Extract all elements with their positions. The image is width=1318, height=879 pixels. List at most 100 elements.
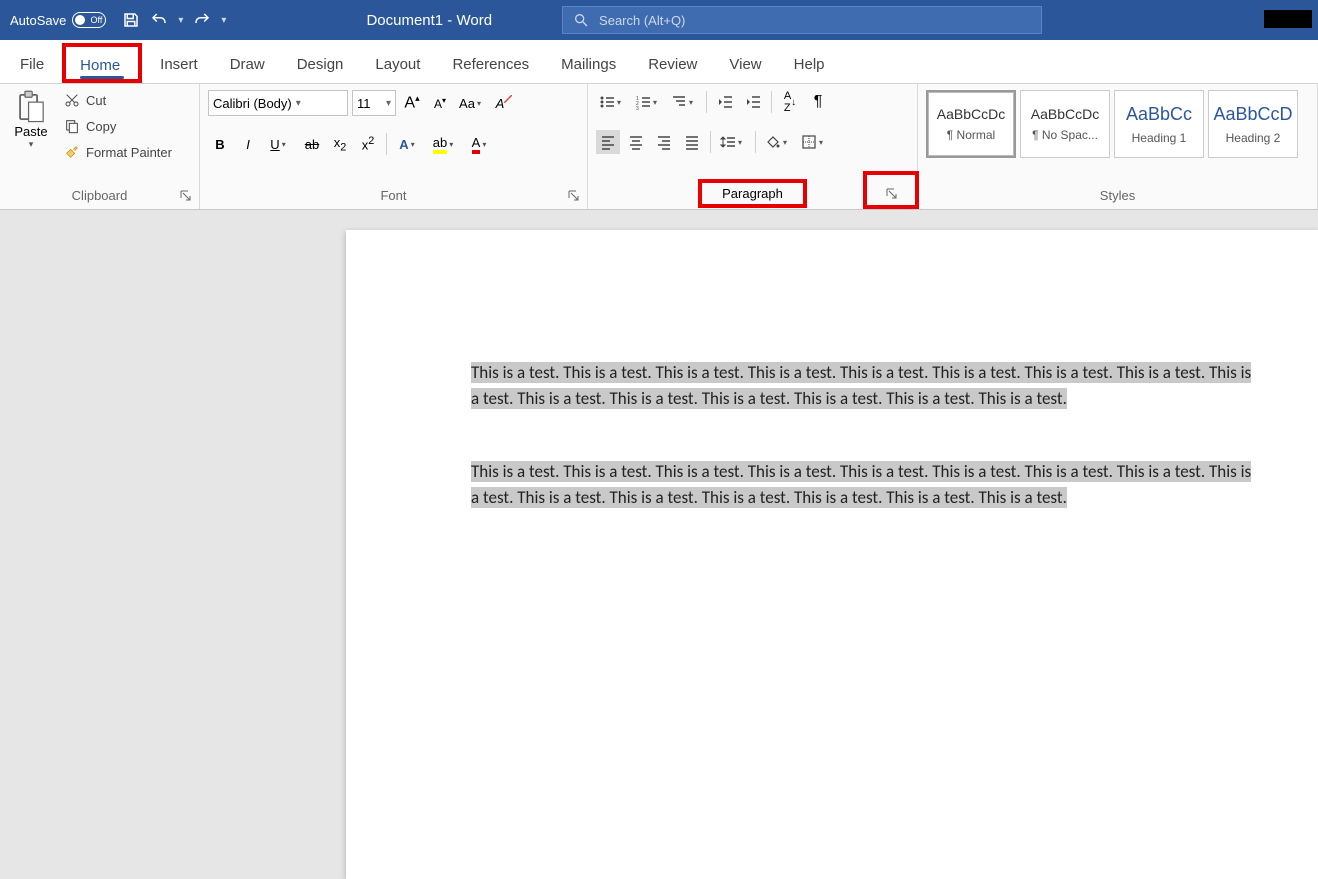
justify-button[interactable] — [680, 130, 704, 154]
paragraph-dialog-launcher-icon[interactable] — [885, 187, 899, 201]
strikethrough-button[interactable]: ab — [300, 132, 324, 156]
paragraph-2[interactable]: This is a test. This is a test. This is … — [471, 459, 1258, 510]
scissors-icon — [64, 92, 80, 108]
style-heading-1[interactable]: AaBbCc Heading 1 — [1114, 90, 1204, 158]
copy-button[interactable]: Copy — [60, 116, 176, 136]
title-bar: AutoSave Off ▾ ▾ Document1 - Word Search… — [0, 0, 1318, 40]
quick-access-toolbar: ▾ ▾ — [122, 11, 226, 29]
search-icon — [573, 12, 589, 28]
paintbrush-icon — [64, 144, 80, 160]
format-painter-button[interactable]: Format Painter — [60, 142, 176, 162]
show-paragraph-marks-button[interactable]: ¶ — [806, 90, 830, 114]
tab-references[interactable]: References — [438, 46, 543, 83]
style-no-spacing[interactable]: AaBbCcDc ¶ No Spac... — [1020, 90, 1110, 158]
tab-layout[interactable]: Layout — [361, 46, 434, 83]
align-left-button[interactable] — [596, 130, 620, 154]
tab-draw[interactable]: Draw — [216, 46, 279, 83]
autosave-toggle[interactable]: AutoSave Off — [10, 12, 106, 28]
change-case-button[interactable]: Aa▾ — [456, 91, 488, 115]
window-title: Document1 - Word — [366, 12, 492, 29]
highlight-button[interactable]: ab▾ — [429, 132, 461, 156]
grow-font-button[interactable]: A▴ — [400, 91, 424, 115]
font-name-combo[interactable]: Calibri (Body)▾ — [208, 90, 348, 116]
bullet-list-icon — [599, 94, 615, 110]
group-label-font: Font — [208, 184, 579, 209]
clear-formatting-button[interactable]: A — [492, 91, 516, 115]
group-label-styles: Styles — [926, 184, 1309, 209]
group-label-clipboard: Clipboard — [8, 184, 191, 209]
align-center-button[interactable] — [624, 130, 648, 154]
svg-text:3: 3 — [636, 106, 639, 110]
save-icon[interactable] — [122, 11, 140, 29]
qat-customize-icon[interactable]: ▾ — [221, 15, 226, 26]
group-paragraph: ▾ 123▾ ▾ AZ↓ ¶ — [588, 84, 918, 209]
clipboard-icon — [16, 90, 46, 124]
underline-button[interactable]: U▾ — [264, 132, 296, 156]
italic-button[interactable]: I — [236, 132, 260, 156]
align-right-icon — [656, 134, 672, 150]
text-effects-button[interactable]: A▾ — [393, 132, 425, 156]
decrease-indent-button[interactable] — [713, 90, 737, 114]
search-placeholder: Search (Alt+Q) — [599, 13, 685, 28]
ribbon: Paste ▾ Cut Copy Format Painter Clipboar… — [0, 84, 1318, 210]
document-page[interactable]: This is a test. This is a test. This is … — [346, 230, 1318, 879]
tab-help[interactable]: Help — [780, 46, 839, 83]
superscript-button[interactable]: x2 — [356, 132, 380, 156]
toggle-switch-icon[interactable]: Off — [72, 12, 106, 28]
copy-icon — [64, 118, 80, 134]
group-font: Calibri (Body)▾ 11▾ A▴ A▾ Aa▾ A B I U▾ a… — [200, 84, 588, 209]
sort-button[interactable]: AZ↓ — [778, 90, 802, 114]
paragraph-1[interactable]: This is a test. This is a test. This is … — [471, 360, 1258, 411]
paste-button[interactable]: Paste ▾ — [8, 90, 54, 150]
bold-button[interactable]: B — [208, 132, 232, 156]
undo-icon[interactable] — [150, 11, 168, 29]
highlight-home-tab: Home — [62, 43, 142, 83]
justify-icon — [684, 134, 700, 150]
shading-button[interactable]: ▾ — [762, 130, 794, 154]
style-normal[interactable]: AaBbCcDc ¶ Normal — [926, 90, 1016, 158]
tab-design[interactable]: Design — [283, 46, 358, 83]
redo-icon[interactable] — [193, 11, 211, 29]
borders-icon — [801, 134, 817, 150]
selection-gap — [485, 419, 1255, 451]
search-input[interactable]: Search (Alt+Q) — [562, 6, 1042, 34]
outdent-icon — [717, 94, 733, 110]
paint-bucket-icon — [765, 134, 781, 150]
line-spacing-icon — [720, 134, 736, 150]
font-size-combo[interactable]: 11▾ — [352, 90, 396, 116]
group-styles: AaBbCcDc ¶ Normal AaBbCcDc ¶ No Spac... … — [918, 84, 1318, 209]
autosave-label: AutoSave — [10, 13, 66, 28]
align-left-icon — [600, 134, 616, 150]
redacted-account-area — [1264, 10, 1312, 28]
increase-indent-button[interactable] — [741, 90, 765, 114]
tab-home[interactable]: Home — [66, 47, 138, 79]
group-label-paragraph: Paragraph — [722, 186, 783, 201]
font-dialog-launcher-icon[interactable] — [567, 189, 581, 203]
chevron-down-icon: ▾ — [296, 98, 301, 109]
dropdown-chevron-icon[interactable]: ▾ — [178, 15, 183, 26]
number-list-icon: 123 — [635, 94, 651, 110]
numbering-button[interactable]: 123▾ — [632, 90, 664, 114]
indent-icon — [745, 94, 761, 110]
tab-insert[interactable]: Insert — [146, 46, 212, 83]
chevron-down-icon: ▾ — [386, 98, 391, 109]
subscript-button[interactable]: x2 — [328, 132, 352, 156]
highlight-paragraph-label: Paragraph — [698, 179, 807, 208]
tab-mailings[interactable]: Mailings — [547, 46, 630, 83]
bullets-button[interactable]: ▾ — [596, 90, 628, 114]
multilevel-list-icon — [671, 94, 687, 110]
shrink-font-button[interactable]: A▾ — [428, 91, 452, 115]
clipboard-dialog-launcher-icon[interactable] — [179, 189, 193, 203]
cut-button[interactable]: Cut — [60, 90, 176, 110]
line-spacing-button[interactable]: ▾ — [717, 130, 749, 154]
tab-view[interactable]: View — [715, 46, 775, 83]
font-color-button[interactable]: A▾ — [465, 132, 497, 156]
align-right-button[interactable] — [652, 130, 676, 154]
borders-button[interactable]: ▾ — [798, 130, 830, 154]
document-workspace[interactable]: This is a test. This is a test. This is … — [0, 210, 1318, 879]
multilevel-list-button[interactable]: ▾ — [668, 90, 700, 114]
tab-review[interactable]: Review — [634, 46, 711, 83]
tab-file[interactable]: File — [6, 46, 58, 83]
ribbon-tabs: File Home Insert Draw Design Layout Refe… — [0, 40, 1318, 84]
style-heading-2[interactable]: AaBbCcD Heading 2 — [1208, 90, 1298, 158]
